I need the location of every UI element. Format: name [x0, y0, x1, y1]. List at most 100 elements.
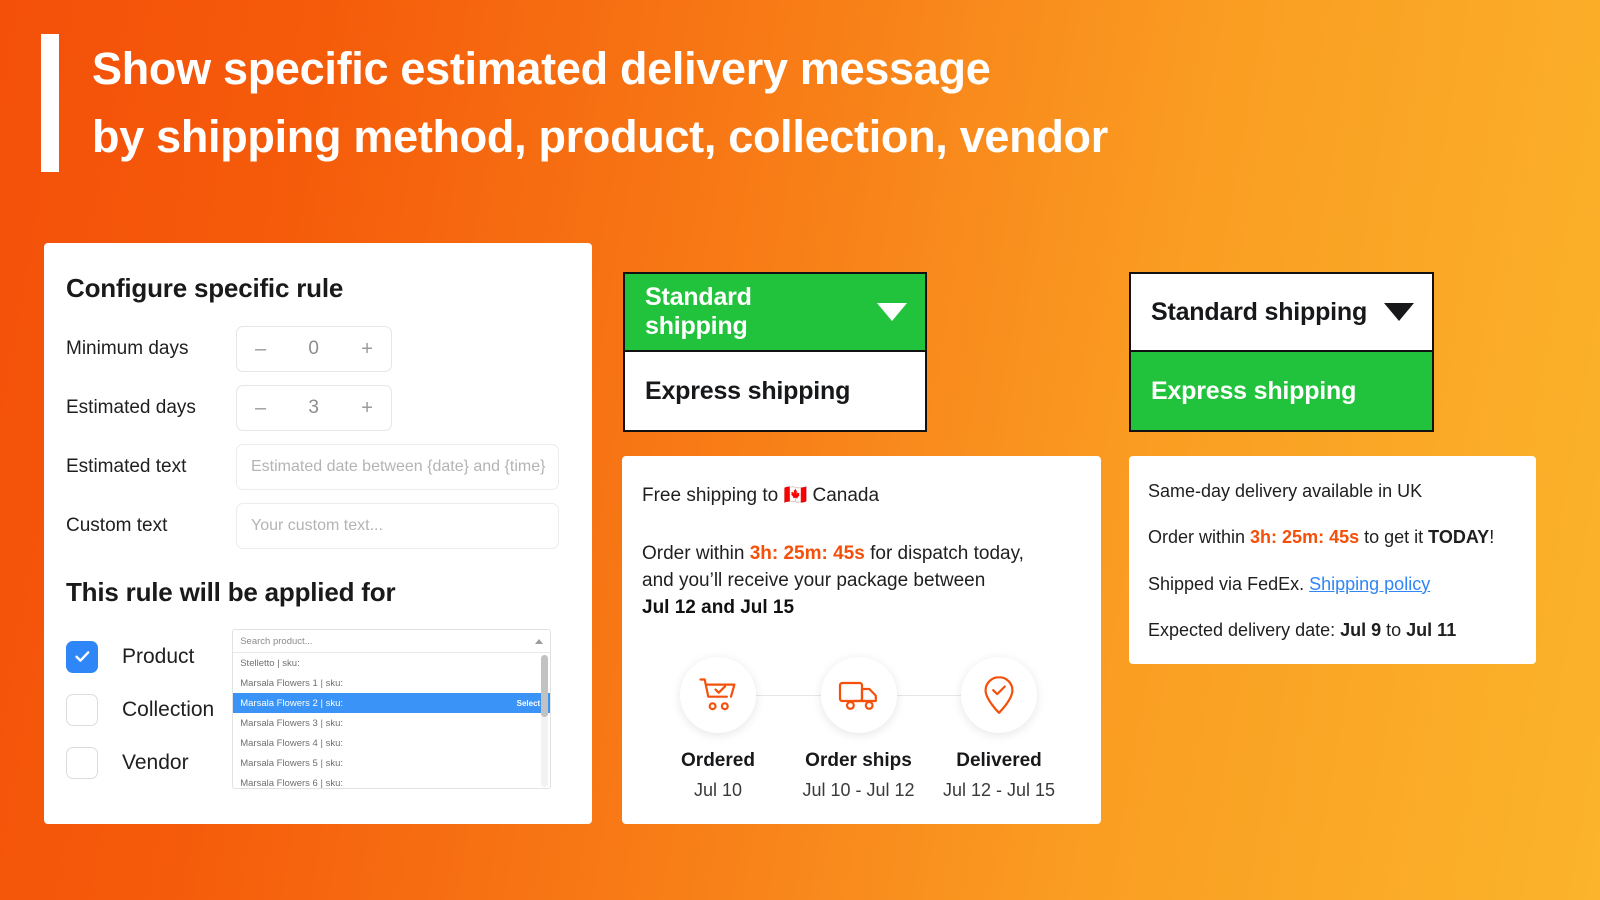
dropdown-option-standard-shipping[interactable]: Standard shipping [1131, 274, 1432, 352]
custom-text-input[interactable]: Your custom text... [236, 503, 559, 549]
location-pin-check-icon [984, 675, 1014, 714]
checkbox-row-product[interactable]: Product [66, 630, 214, 683]
decrement-button[interactable]: – [255, 398, 266, 418]
list-item[interactable]: Stelletto | sku: [233, 653, 550, 673]
product-label: Marsala Flowers 4 | sku: [240, 737, 343, 749]
checkmark-icon [74, 651, 89, 662]
delivery-window-dates: Jul 12 and Jul 15 [642, 596, 795, 618]
list-item[interactable]: Marsala Flowers 6 | sku: [233, 773, 550, 789]
product-label: Marsala Flowers 5 | sku: [240, 757, 343, 769]
product-label: Marsala Flowers 2 | sku: [240, 697, 343, 709]
timeline-step-date: Jul 10 - Jul 12 [802, 779, 915, 800]
option-label: Standard shipping [645, 283, 752, 340]
field-label: Estimated text [66, 456, 187, 477]
field-label: Estimated days [66, 397, 196, 418]
timeline-icon-wrap [961, 656, 1037, 733]
list-item[interactable]: Marsala Flowers 1 | sku: [233, 673, 550, 693]
to-text: to [1381, 620, 1407, 641]
timeline-step-delivered: Delivered Jul 12 - Jul 15 [929, 656, 1069, 801]
option-label: Standard shipping [1151, 297, 1368, 326]
express-shipping-message-card: Same-day delivery available in UK Order … [1129, 456, 1536, 664]
free-shipping-suffix: Canada [807, 485, 880, 506]
checkbox-collection[interactable] [66, 693, 98, 726]
checkbox-label: Collection [122, 697, 215, 721]
countdown-timer: 3h: 25m: 45s [749, 542, 865, 564]
increment-button[interactable]: + [361, 398, 373, 418]
list-item[interactable]: Marsala Flowers 4 | sku: [233, 733, 550, 753]
checkbox-vendor[interactable] [66, 746, 98, 779]
timeline-step-label: Order ships [805, 749, 912, 771]
product-label: Marsala Flowers 3 | sku: [240, 717, 343, 729]
expected-delivery-line: Expected delivery date: Jul 9 to Jul 11 [1148, 619, 1518, 642]
estimated-text-input[interactable]: Estimated date between {date} and {time} [236, 444, 559, 490]
product-list-scrollbar[interactable] [541, 655, 549, 787]
section-title: This rule will be applied for [66, 577, 396, 607]
dispatch-countdown-line: Order within 3h: 25m: 45s for dispatch t… [642, 541, 1075, 568]
decrement-button[interactable]: – [255, 339, 266, 359]
field-custom-text: Custom text Your custom text... [66, 503, 566, 549]
option-label: Express shipping [1151, 376, 1357, 405]
option-label: Express shipping [645, 376, 851, 405]
same-day-delivery-line: Same-day delivery available in UK [1148, 481, 1423, 501]
input-placeholder: Estimated date between {date} and {time} [251, 458, 546, 475]
timeline-step-date: Jul 12 - Jul 15 [942, 779, 1056, 800]
list-item[interactable]: Marsala Flowers 3 | sku: [233, 713, 550, 733]
shopping-cart-check-icon [699, 678, 736, 711]
delivery-date-to: Jul 11 [1406, 620, 1457, 641]
timeline-icon-wrap [820, 656, 897, 733]
countdown-timer: 3h: 25m: 45s [1250, 527, 1360, 548]
exclamation: ! [1489, 527, 1495, 548]
search-placeholder: Search product... [240, 635, 313, 647]
shipping-method-dropdown-standard[interactable]: Standard shipping Express shipping [623, 272, 927, 432]
list-item[interactable]: Marsala Flowers 5 | sku: [233, 753, 550, 773]
order-within-text: Order within [1148, 527, 1251, 548]
minimum-days-stepper[interactable]: – 0 + [236, 326, 392, 372]
dropdown-option-standard-shipping[interactable]: Standard shipping [625, 274, 925, 352]
timeline-icon-wrap [680, 656, 756, 733]
checkbox-label: Vendor [122, 750, 189, 774]
chevron-down-icon[interactable] [1384, 303, 1414, 321]
page-title: Show specific estimated delivery message… [92, 43, 1108, 163]
checkbox-row-collection[interactable]: Collection [66, 683, 214, 736]
checkbox-row-vendor[interactable]: Vendor [66, 736, 214, 789]
standard-shipping-message-card: Free shipping to 🇨🇦 Canada Order within … [622, 456, 1101, 824]
card-title: Configure specific rule [66, 273, 344, 303]
checkbox-product[interactable] [66, 640, 98, 673]
timeline-step-order-ships: Order ships Jul 10 - Jul 12 [789, 656, 929, 801]
receive-package-line: and you’ll receive your package between [642, 569, 986, 591]
delivery-timeline: Ordered Jul 10 Order ships Jul 10 - Jul … [642, 656, 1075, 801]
carrier-text: Shipped via FedEx. [1148, 573, 1310, 594]
apply-targets: Product Collection Vendor Search product… [66, 626, 566, 789]
product-list: Stelletto | sku: Marsala Flowers 1 | sku… [233, 653, 551, 789]
shipping-policy-link[interactable]: Shipping policy [1309, 574, 1430, 594]
product-select-dropdown[interactable]: Search product... Stelletto | sku: Marsa… [232, 629, 552, 789]
stepper-value: 0 [308, 338, 319, 359]
increment-button[interactable]: + [361, 339, 373, 359]
select-button[interactable]: Select [517, 699, 541, 708]
header-accent-bar [41, 34, 59, 172]
timeline-step-label: Ordered [681, 749, 755, 771]
stepper-value: 3 [308, 397, 319, 418]
expected-delivery-label: Expected delivery date: [1148, 620, 1341, 641]
checkbox-group: Product Collection Vendor [66, 626, 214, 789]
dropdown-option-express-shipping[interactable]: Express shipping [625, 352, 925, 430]
chevron-down-icon[interactable] [877, 303, 907, 321]
chevron-up-icon[interactable] [535, 638, 544, 644]
dispatch-text: for dispatch today, [864, 542, 1024, 564]
product-search-input[interactable]: Search product... [233, 630, 551, 653]
estimated-days-stepper[interactable]: – 3 + [236, 385, 392, 431]
scrollbar-thumb[interactable] [541, 655, 549, 717]
product-label: Marsala Flowers 1 | sku: [240, 677, 343, 689]
input-placeholder: Your custom text... [251, 517, 383, 534]
field-estimated-text: Estimated text Estimated date between {d… [66, 444, 566, 490]
page-header: Show specific estimated delivery message… [41, 34, 1108, 172]
list-item-selected[interactable]: Marsala Flowers 2 | sku: Select [233, 693, 551, 713]
shipping-method-dropdown-express[interactable]: Standard shipping Express shipping [1129, 272, 1434, 432]
dropdown-option-express-shipping[interactable]: Express shipping [1131, 352, 1432, 430]
order-within-text: Order within [642, 542, 750, 564]
configure-rule-card: Configure specific rule Minimum days – 0… [44, 243, 592, 824]
delivery-date-from: Jul 9 [1340, 620, 1382, 641]
today-emphasis: TODAY [1428, 527, 1490, 548]
timeline-step-label: Delivered [956, 749, 1042, 771]
field-label: Minimum days [66, 338, 189, 359]
